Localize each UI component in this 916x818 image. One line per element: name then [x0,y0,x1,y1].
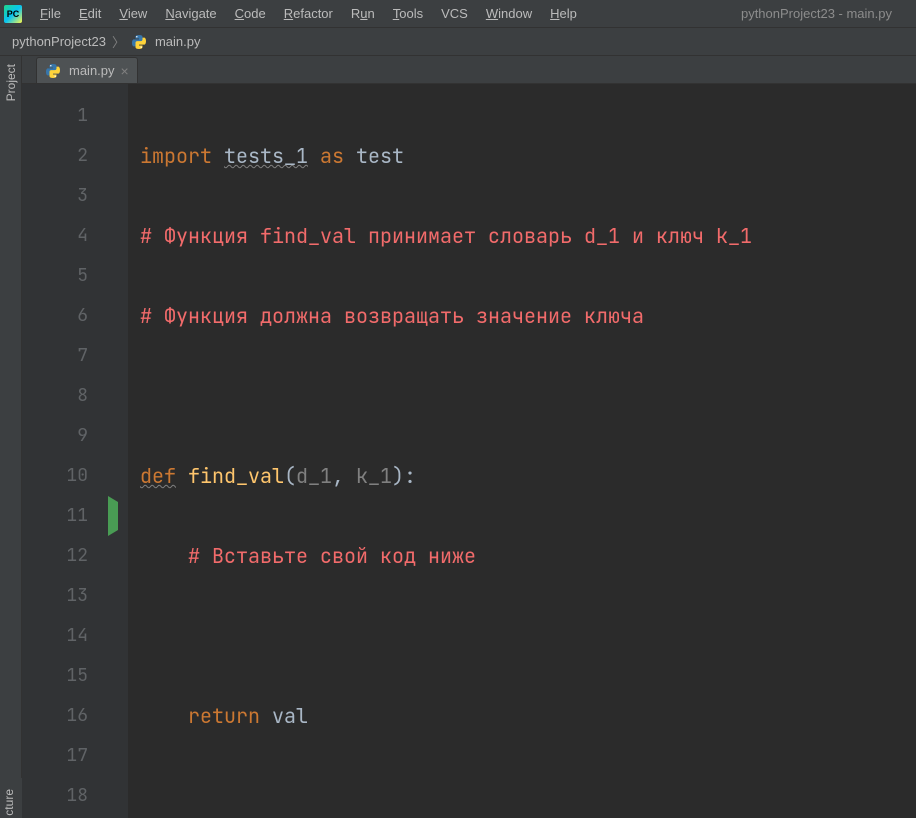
left-tool-stripe-bottom: cture [0,778,22,818]
code-editor[interactable]: 1 2 3 4 5 6 7 8 9 10 11 12 13 14 15 16 1… [22,84,916,818]
menu-refactor[interactable]: Refactor [276,2,341,25]
close-icon[interactable]: × [121,64,129,78]
menu-edit[interactable]: Edit [71,2,109,25]
menu-navigate[interactable]: Navigate [157,2,224,25]
menu-view[interactable]: View [111,2,155,25]
navigation-bar: pythonProject23 〉 main.py [0,28,916,56]
run-icon[interactable] [98,496,128,536]
vertical-scrollbar[interactable] [904,84,916,818]
left-tool-stripe: Project [0,56,22,818]
menu-run[interactable]: Run [343,2,383,25]
tab-main-py[interactable]: main.py × [36,57,138,83]
structure-tool-button[interactable]: cture [0,787,18,818]
python-file-icon [45,63,61,79]
menu-bar: PC File Edit View Navigate Code Refactor… [0,0,916,28]
gutter-icons [98,84,128,818]
menu-tools[interactable]: Tools [385,2,431,25]
code-area[interactable]: import tests_1 as test # Функция find_va… [128,84,916,818]
menu-code[interactable]: Code [227,2,274,25]
app-icon: PC [4,5,22,23]
project-tool-button[interactable]: Project [2,56,20,109]
menu-window[interactable]: Window [478,2,540,25]
editor-tabs: main.py × [22,56,916,84]
menu-file[interactable]: File [32,2,69,25]
menu-vcs[interactable]: VCS [433,2,476,25]
python-file-icon [131,34,147,50]
chevron-right-icon: 〉 [112,32,125,51]
tab-label: main.py [69,63,115,78]
window-title: pythonProject23 - main.py [741,6,892,21]
menu-help[interactable]: Help [542,2,585,25]
breadcrumb-file[interactable]: main.py [155,34,201,49]
breadcrumb-project[interactable]: pythonProject23 [12,34,106,49]
line-number-gutter: 1 2 3 4 5 6 7 8 9 10 11 12 13 14 15 16 1… [22,84,98,818]
